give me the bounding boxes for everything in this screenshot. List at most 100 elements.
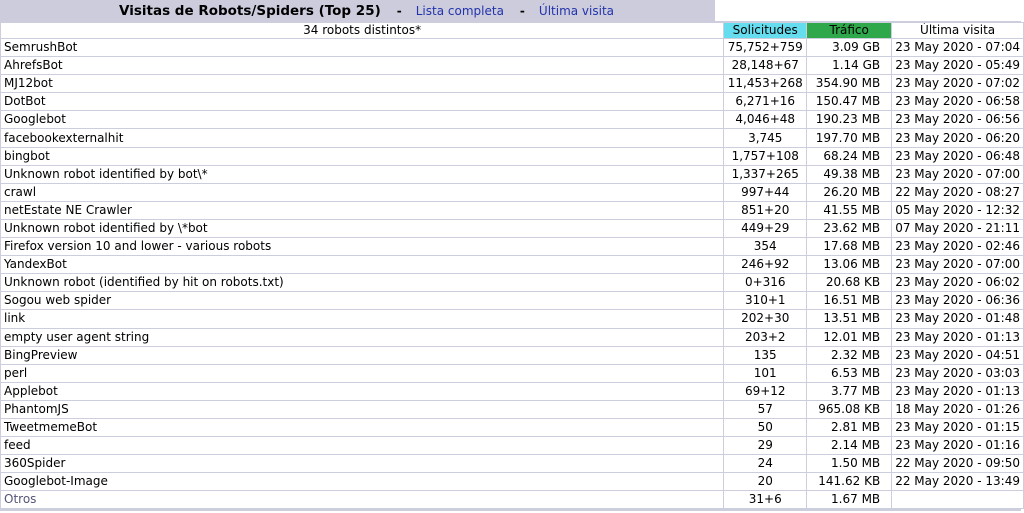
table-row: 360Spider 24 1.50 MB 22 May 2020 - 09:50 (1, 455, 1023, 473)
table-row: TweetmemeBot 50 2.81 MB 23 May 2020 - 01:15 (1, 418, 1023, 437)
robot-traffic: 2.81 MB (807, 418, 892, 437)
robot-name: empty user agent string (1, 328, 724, 346)
robot-last-visit: 23 May 2020 - 07:02 (892, 75, 1023, 93)
robot-last-visit: 22 May 2020 - 09:50 (892, 455, 1023, 473)
robot-name: MJ12bot (1, 75, 724, 93)
robots-count: 34 robots distintos* (1, 23, 724, 38)
robot-last-visit: 23 May 2020 - 06:56 (892, 111, 1023, 129)
robot-traffic: 23.62 MB (807, 219, 892, 238)
robot-name: Googlebot (1, 111, 724, 129)
robot-traffic: 965.08 KB (807, 400, 892, 418)
robot-requests: 1,757+108 (724, 147, 807, 165)
robot-last-visit: 22 May 2020 - 08:27 (892, 183, 1023, 201)
robot-requests: 11,453+268 (724, 75, 807, 93)
table-row: MJ12bot 11,453+268 354.90 MB 23 May 2020 - … (1, 75, 1023, 93)
table-row: bingbot 1,757+108 68.24 MB 23 May 2020 - 06… (1, 147, 1023, 165)
robot-name: crawl (1, 183, 724, 201)
robot-requests: 75,752+759 (724, 39, 807, 57)
table-row: empty user agent string 203+2 12.01 MB 23 M… (1, 328, 1023, 346)
table-row: Unknown robot (identified by hit on robo… (1, 274, 1023, 292)
robot-last-visit: 05 May 2020 - 12:32 (892, 201, 1023, 219)
robots-table: 34 robots distintos* Solicitudes Tráfico… (0, 22, 1024, 510)
robot-last-visit: 23 May 2020 - 06:58 (892, 93, 1023, 111)
table-header-row: 34 robots distintos* Solicitudes Tráfico… (1, 23, 1023, 38)
separator: - (396, 3, 402, 18)
robot-name: SemrushBot (1, 39, 724, 57)
table-row: Sogou web spider 310+1 16.51 MB 23 May 2020… (1, 292, 1023, 310)
robot-last-visit: 23 May 2020 - 05:49 (892, 57, 1023, 75)
robot-name: Unknown robot (identified by hit on robo… (1, 274, 724, 292)
robot-traffic: 49.38 MB (807, 165, 892, 183)
robot-name: Unknown robot identified by bot\* (1, 165, 724, 183)
section-title-bar: Visitas de Robots/Spiders (Top 25) - Lis… (0, 0, 715, 21)
table-row: PhantomJS 57 965.08 KB 18 May 2020 - 01:26 (1, 400, 1023, 418)
robot-last-visit: 22 May 2020 - 13:49 (892, 473, 1023, 491)
robot-last-visit: 23 May 2020 - 07:04 (892, 39, 1023, 57)
robot-traffic: 2.14 MB (807, 437, 892, 455)
robot-name: netEstate NE Crawler (1, 201, 724, 219)
robot-traffic: 13.51 MB (807, 310, 892, 328)
last-visit-link[interactable]: Última visita (539, 4, 614, 18)
table-row: Unknown robot identified by bot\* 1,337+2… (1, 165, 1023, 183)
robot-name: bingbot (1, 147, 724, 165)
robot-traffic: 1.14 GB (807, 57, 892, 75)
robot-last-visit: 23 May 2020 - 04:51 (892, 346, 1023, 364)
robot-last-visit: 23 May 2020 - 02:46 (892, 238, 1023, 256)
section-title: Visitas de Robots/Spiders (Top 25) (119, 2, 381, 19)
robot-requests: 246+92 (724, 256, 807, 274)
robot-requests: 3,745 (724, 129, 807, 147)
table-row: SemrushBot 75,752+759 3.09 GB 23 May 2020 -… (1, 39, 1023, 57)
robot-name: TweetmemeBot (1, 418, 724, 437)
robot-name: facebookexternalhit (1, 129, 724, 147)
other-traffic: 1.67 MB (807, 491, 892, 509)
table-row: DotBot 6,271+16 150.47 MB 23 May 2020 - 06:… (1, 93, 1023, 111)
robot-requests: 310+1 (724, 292, 807, 310)
robot-last-visit: 23 May 2020 - 06:20 (892, 129, 1023, 147)
robot-requests: 851+20 (724, 201, 807, 219)
robot-traffic: 354.90 MB (807, 75, 892, 93)
robot-traffic: 190.23 MB (807, 111, 892, 129)
robot-last-visit: 23 May 2020 - 01:16 (892, 437, 1023, 455)
robot-traffic: 41.55 MB (807, 201, 892, 219)
column-header-traffic: Tráfico (807, 23, 892, 38)
table-row: Applebot 69+12 3.77 MB 23 May 2020 - 01:13 (1, 382, 1023, 400)
robot-name: link (1, 310, 724, 328)
robot-name: YandexBot (1, 256, 724, 274)
robot-requests: 0+316 (724, 274, 807, 292)
robot-traffic: 3.77 MB (807, 382, 892, 400)
robot-traffic: 6.53 MB (807, 364, 892, 382)
robot-last-visit: 18 May 2020 - 01:26 (892, 400, 1023, 418)
robot-requests: 29 (724, 437, 807, 455)
table-row: YandexBot 246+92 13.06 MB 23 May 2020 - 07:… (1, 256, 1023, 274)
full-list-link[interactable]: Lista completa (416, 4, 504, 18)
robot-traffic: 2.32 MB (807, 346, 892, 364)
robot-name: perl (1, 364, 724, 382)
robot-name: BingPreview (1, 346, 724, 364)
robot-name: 360Spider (1, 455, 724, 473)
table-row: Firefox version 10 and lower - various r… (1, 238, 1023, 256)
other-robots-link[interactable]: Otros (4, 492, 36, 506)
table-row: perl 101 6.53 MB 23 May 2020 - 03:03 (1, 364, 1023, 382)
robot-traffic: 12.01 MB (807, 328, 892, 346)
robot-last-visit: 23 May 2020 - 07:00 (892, 165, 1023, 183)
table-row: link 202+30 13.51 MB 23 May 2020 - 01:48 (1, 310, 1023, 328)
robot-requests: 202+30 (724, 310, 807, 328)
table-row: crawl 997+44 26.20 MB 22 May 2020 - 08:27 (1, 183, 1023, 201)
robot-traffic: 13.06 MB (807, 256, 892, 274)
robot-requests: 354 (724, 238, 807, 256)
robot-last-visit: 23 May 2020 - 07:00 (892, 256, 1023, 274)
robot-traffic: 16.51 MB (807, 292, 892, 310)
robot-requests: 28,148+67 (724, 57, 807, 75)
robot-name: feed (1, 437, 724, 455)
robot-requests: 20 (724, 473, 807, 491)
separator: - (519, 3, 525, 18)
robot-last-visit: 07 May 2020 - 21:11 (892, 219, 1023, 238)
robot-name: Firefox version 10 and lower - various r… (1, 238, 724, 256)
robot-traffic: 26.20 MB (807, 183, 892, 201)
other-requests: 31+6 (724, 491, 807, 509)
robot-last-visit: 23 May 2020 - 01:15 (892, 418, 1023, 437)
robot-requests: 4,046+48 (724, 111, 807, 129)
table-row: Googlebot-Image 20 141.62 KB 22 May 2020 - … (1, 473, 1023, 491)
robot-requests: 203+2 (724, 328, 807, 346)
robot-requests: 24 (724, 455, 807, 473)
